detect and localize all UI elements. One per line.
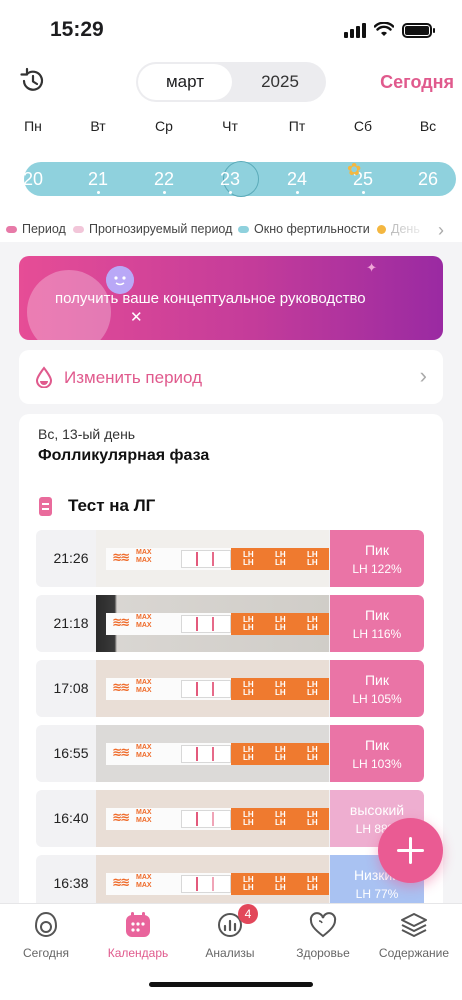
promo-banner[interactable]: ✦ получить ваше концептуальное руководст… [19,256,443,340]
lh-result-percent: LH 103% [352,757,402,771]
status-bar: 15:29 [0,0,462,60]
calendar-date[interactable]: 24 [277,162,317,196]
legend-item: Период [6,222,66,236]
legend-label: Прогнозируемый период [89,222,233,236]
lh-result-level: Пик [364,542,389,558]
legend-swatch [377,224,386,234]
notification-badge: 4 [238,904,258,924]
weekday-label: Сб [353,118,373,134]
drop-icon [35,366,53,388]
lh-result-percent: LH 116% [352,627,402,641]
legend-swatch [6,225,17,233]
month-year-switch[interactable]: март 2025 [136,62,326,102]
lh-test-icon [39,497,52,516]
change-period-row[interactable]: Изменить период › [19,350,443,404]
lh-result-level: Пик [364,737,389,753]
close-icon[interactable]: ✕ [130,308,143,326]
legend-label: Окно фертильности [254,222,370,236]
lh-result-level: Пик [364,607,389,623]
tab-label: Анализы [205,946,255,960]
lh-test-row[interactable]: 17:08 ≋≋ MAX MAX LH LH LH LH LH LH Пик LH 105% [36,660,424,717]
date-dot [162,191,166,194]
tab-today[interactable]: Сегодня [0,910,92,970]
change-period-label: Изменить период [64,368,203,387]
calendar-date[interactable]: 22 [144,162,184,196]
tab-label: Здоровье [296,946,350,960]
lh-result-badge: Пик LH 116% [330,595,424,652]
date-dot [228,191,232,194]
calendar-date[interactable]: 21 [78,162,118,196]
signal-icon [344,22,366,38]
tab-label: Календарь [107,946,169,960]
add-button[interactable] [378,818,443,883]
banner-text: получить ваше концептуальное руководство [55,290,366,307]
calendar-date[interactable]: 23 [210,162,250,196]
layers-icon [401,913,427,937]
test-strip-photo: ≋≋ MAX MAX LH LH LH LH LH LH [96,595,329,652]
date-dot [96,191,100,194]
lh-test-row[interactable]: 21:26 ≋≋ MAX MAX LH LH LH LH LH LH Пик LH 122% [36,530,424,587]
tab-heart[interactable]: Здоровье [277,910,369,970]
test-strip-photo: ≋≋ MAX MAX LH LH LH LH LH LH [96,530,329,587]
lh-result-level: высокий [349,802,405,818]
heart-icon [309,912,337,938]
lh-result-level: Пик [364,672,389,688]
chevron-right-icon: › [419,363,427,388]
calendar-date[interactable]: 26 [408,162,448,196]
lh-test-row[interactable]: 16:40 ≋≋ MAX MAX LH LH LH LH LH LH высокий LH 88% [36,790,424,847]
test-strip-photo: ≋≋ MAX MAX LH LH LH LH LH LH [96,725,329,782]
history-icon[interactable] [18,66,48,96]
test-strip-photo: ≋≋ MAX MAX LH LH LH LH LH LH [96,660,329,717]
weekday-label: Пт [288,118,306,134]
legend-swatch [73,225,84,233]
weekday-label: Ср [155,118,173,134]
tab-label: Сегодня [23,946,69,960]
tab-label: Содержание [378,946,450,960]
tab-layers[interactable]: Содержание [368,910,460,970]
lh-test-row[interactable]: 21:18 ≋≋ MAX MAX LH LH LH LH LH LH Пик LH 116% [36,595,424,652]
cycle-day-label: Вс, 13-ый день [38,426,136,442]
date-dot [295,191,299,194]
lh-test-row[interactable]: 16:55 ≋≋ MAX MAX LH LH LH LH LH LH Пик LH 103% [36,725,424,782]
home-indicator [149,982,313,987]
today-icon [34,911,58,937]
weekday-label: Вт [90,118,106,134]
lh-result-percent: LH 77% [355,887,399,901]
weekday-label: Чт [222,118,238,134]
calendar-icon [126,912,150,937]
legend-label: Период [22,222,66,236]
date-dot [361,191,365,194]
status-icons [344,22,435,38]
calendar-header: март 2025 Сегодня Пн Вт Ср Чт Пт Сб Вс 20 21 22 2… [0,60,462,220]
lh-test-title: Тест на ЛГ [68,496,156,515]
calendar-legend: ДеньОкно фертильностиПрогнозируемый пери… [0,220,462,242]
month-selector[interactable]: март [138,64,232,100]
banner-star-icon: ✦ [366,260,377,275]
week-dates-strip: 20 21 22 23 24 25 26 [23,161,456,197]
lh-result-badge: Пик LH 103% [330,725,424,782]
weekday-label: Вс [419,118,437,134]
test-strip-photo: ≋≋ MAX MAX LH LH LH LH LH LH [96,790,329,847]
lh-result-percent: LH 122% [352,562,402,576]
ovulation-flower-icon: ✿ [347,160,362,179]
battery-icon [402,22,435,38]
lh-result-percent: LH 105% [352,692,402,706]
status-time: 15:29 [50,18,104,41]
cycle-phase-title: Фолликулярная фаза [38,447,210,464]
legend-item: Окно фертильности [238,222,370,236]
lh-result-badge: Пик LH 105% [330,660,424,717]
legend-chevron-right-icon[interactable]: › [438,220,444,241]
legend-item: Прогнозируемый период [73,222,232,236]
lh-result-badge: Пик LH 122% [330,530,424,587]
wifi-icon [374,22,394,36]
tab-analysis[interactable]: Анализы 4 [184,904,276,970]
legend-swatch [238,225,249,233]
weekday-row: Пн Вт Ср Чт Пт Сб Вс [0,118,462,138]
calendar-date[interactable]: 20 [13,162,53,196]
tab-calendar[interactable]: Календарь [92,910,184,970]
year-selector[interactable]: 2025 [234,62,326,102]
weekday-label: Пн [24,118,42,134]
today-button[interactable]: Сегодня [380,72,454,93]
